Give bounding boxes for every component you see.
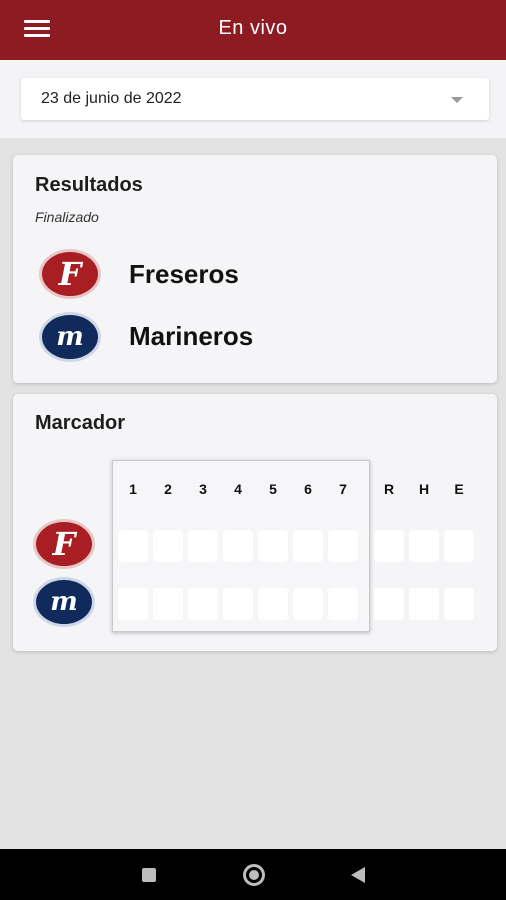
home-icon[interactable] — [243, 864, 265, 886]
team-name-marineros: Marineros — [129, 321, 254, 351]
freseros-logo-letter: F — [52, 525, 76, 563]
date-selector-area: 23 de junio de 2022 — [0, 60, 506, 138]
score-cell — [153, 530, 183, 562]
score-cell — [223, 530, 253, 562]
chevron-down-icon — [451, 97, 463, 103]
errors-header: E — [454, 481, 464, 497]
score-cell — [293, 588, 323, 620]
page-title: En vivo — [218, 17, 288, 39]
results-card: Resultados Finalizado F Freseros m Marin… — [13, 155, 497, 383]
score-cell — [118, 588, 148, 620]
marineros-logo-letter: m — [50, 587, 78, 617]
inning-header: 5 — [269, 481, 277, 497]
inning-header: 3 — [199, 481, 207, 497]
runs-cell — [374, 530, 404, 562]
marineros-logo: m — [33, 577, 95, 627]
inning-header: 2 — [164, 481, 172, 497]
score-cell — [188, 588, 218, 620]
inning-header: 7 — [339, 481, 347, 497]
score-cell — [258, 588, 288, 620]
hits-header: H — [418, 481, 430, 497]
errors-cell — [444, 530, 474, 562]
back-icon[interactable] — [351, 867, 365, 883]
hits-cell — [409, 588, 439, 620]
game-status: Finalizado — [35, 209, 99, 225]
scoreboard-card: Marcador 1 2 3 4 5 6 7 R H E F m — [13, 394, 497, 651]
score-cell — [153, 588, 183, 620]
marineros-logo-letter: m — [56, 322, 84, 352]
score-cell — [118, 530, 148, 562]
score-cell — [293, 530, 323, 562]
freseros-logo: F — [33, 519, 95, 569]
errors-cell — [444, 588, 474, 620]
freseros-logo-letter: F — [58, 255, 82, 293]
score-cell — [328, 588, 358, 620]
recent-apps-icon[interactable] — [142, 868, 156, 882]
inning-header: 6 — [304, 481, 312, 497]
freseros-logo: F — [39, 249, 101, 299]
runs-cell — [374, 588, 404, 620]
app-bar: En vivo — [0, 0, 506, 60]
score-cell — [223, 588, 253, 620]
team-name-freseros: Freseros — [129, 259, 239, 289]
hits-cell — [409, 530, 439, 562]
inning-header: 1 — [129, 481, 137, 497]
results-title: Resultados — [35, 174, 143, 196]
marineros-logo: m — [39, 312, 101, 362]
inning-header: 4 — [234, 481, 242, 497]
system-nav-bar — [0, 849, 506, 900]
date-dropdown-value: 23 de junio de 2022 — [41, 90, 182, 107]
score-cell — [188, 530, 218, 562]
runs-header: R — [383, 481, 395, 497]
scoreboard-title: Marcador — [35, 412, 126, 434]
date-dropdown[interactable]: 23 de junio de 2022 — [21, 78, 489, 120]
score-cell — [328, 530, 358, 562]
score-cell — [258, 530, 288, 562]
